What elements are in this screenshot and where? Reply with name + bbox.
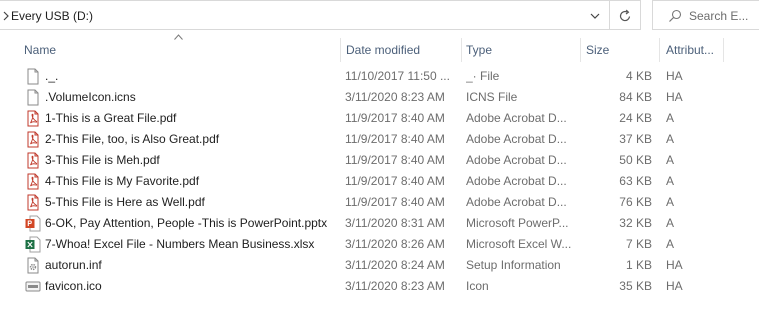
excel-file-icon <box>25 236 41 253</box>
blank-file-icon <box>27 68 39 85</box>
column-header-date[interactable]: Date modified <box>346 38 456 62</box>
file-size: 24 KB <box>619 111 652 125</box>
file-date-modified: 11/9/2017 8:40 AM <box>345 111 445 125</box>
column-divider[interactable] <box>723 38 724 62</box>
column-header-size[interactable]: Size <box>586 38 656 62</box>
address-toolbar: Every USB (D:) <box>0 0 759 32</box>
file-attributes: HA <box>666 90 683 104</box>
file-size: 32 KB <box>619 216 652 230</box>
file-type: Microsoft Excel W... <box>466 237 572 251</box>
pdf-file-icon <box>27 131 39 148</box>
file-type: Adobe Acrobat D... <box>466 174 567 188</box>
column-divider[interactable] <box>340 38 341 62</box>
pdf-file-icon <box>27 173 39 190</box>
file-type: Adobe Acrobat D... <box>466 195 567 209</box>
file-attributes: A <box>666 132 675 146</box>
search-icon <box>669 9 682 22</box>
file-attributes: A <box>666 111 675 125</box>
file-name: 1-This is a Great File.pdf <box>45 111 177 125</box>
file-size: 7 KB <box>625 237 652 251</box>
file-row[interactable]: ._. 11/10/2017 11:50 ... _· File 4 KB HA <box>0 66 759 87</box>
file-type: Setup Information <box>466 258 561 272</box>
file-row[interactable]: 6-OK, Pay Attention, People -This is Pow… <box>0 213 759 234</box>
address-location[interactable]: Every USB (D:) <box>11 9 93 23</box>
file-date-modified: 11/9/2017 8:40 AM <box>345 174 445 188</box>
file-size: 1 KB <box>625 258 652 272</box>
file-type: ICNS File <box>466 90 518 104</box>
column-divider[interactable] <box>580 38 581 62</box>
file-name: 6-OK, Pay Attention, People -This is Pow… <box>45 216 328 230</box>
file-size: 76 KB <box>619 195 652 209</box>
file-name: 7-Whoa! Excel File - Numbers Mean Busine… <box>45 237 315 251</box>
file-size: 84 KB <box>619 90 652 104</box>
file-row[interactable]: 7-Whoa! Excel File - Numbers Mean Busine… <box>0 234 759 255</box>
chevron-down-icon[interactable] <box>589 11 601 21</box>
file-size: 63 KB <box>619 174 652 188</box>
chevron-right-icon[interactable] <box>1 10 11 22</box>
file-name: 5-This File is Here as Well.pdf <box>45 195 205 209</box>
file-type: Microsoft PowerP... <box>466 216 569 230</box>
search-input[interactable] <box>689 7 759 24</box>
column-header-name[interactable]: Name <box>24 38 334 62</box>
file-name: 2-This File, too, is Also Great.pdf <box>45 132 220 146</box>
settings-file-icon <box>27 257 39 274</box>
column-header-type[interactable]: Type <box>466 38 576 62</box>
column-divider[interactable] <box>461 38 462 62</box>
file-size: 4 KB <box>625 69 652 83</box>
file-type: Adobe Acrobat D... <box>466 132 567 146</box>
file-type: _· File <box>466 69 500 83</box>
file-attributes: HA <box>666 69 683 83</box>
refresh-button[interactable] <box>610 0 641 30</box>
file-attributes: A <box>666 174 675 188</box>
file-name: .VolumeIcon.icns <box>45 90 136 104</box>
file-date-modified: 3/11/2020 8:26 AM <box>345 237 445 251</box>
file-date-modified: 11/10/2017 11:50 ... <box>345 69 450 83</box>
address-bar[interactable]: Every USB (D:) <box>0 0 610 30</box>
file-size: 35 KB <box>619 279 652 293</box>
file-attributes: A <box>666 195 675 209</box>
powerpoint-file-icon <box>25 215 41 232</box>
column-header-attributes[interactable]: Attribut... <box>666 38 722 62</box>
file-date-modified: 11/9/2017 8:40 AM <box>345 153 445 167</box>
file-date-modified: 3/11/2020 8:23 AM <box>345 90 445 104</box>
pdf-file-icon <box>27 110 39 127</box>
file-date-modified: 11/9/2017 8:40 AM <box>345 195 445 209</box>
file-row[interactable]: 2-This File, too, is Also Great.pdf 11/9… <box>0 129 759 150</box>
file-size: 50 KB <box>619 153 652 167</box>
file-type: Adobe Acrobat D... <box>466 111 567 125</box>
file-date-modified: 3/11/2020 8:31 AM <box>345 216 445 230</box>
column-header-row: Name Date modified Type Size Attribut... <box>0 38 759 62</box>
blank-file-icon <box>27 89 39 106</box>
file-date-modified: 3/11/2020 8:23 AM <box>345 279 445 293</box>
pdf-file-icon <box>27 194 39 211</box>
file-row[interactable]: 5-This File is Here as Well.pdf 11/9/201… <box>0 192 759 213</box>
file-row[interactable]: favicon.ico 3/11/2020 8:23 AM Icon 35 KB… <box>0 276 759 297</box>
file-row[interactable]: 1-This is a Great File.pdf 11/9/2017 8:4… <box>0 108 759 129</box>
file-date-modified: 3/11/2020 8:24 AM <box>345 258 445 272</box>
file-row[interactable]: autorun.inf 3/11/2020 8:24 AM Setup Info… <box>0 255 759 276</box>
file-type: Icon <box>466 279 489 293</box>
file-name: ._. <box>45 69 59 83</box>
file-name: 3-This File is Meh.pdf <box>45 153 160 167</box>
file-attributes: A <box>666 216 675 230</box>
search-box[interactable] <box>652 0 759 30</box>
file-type: Adobe Acrobat D... <box>466 153 567 167</box>
file-row[interactable]: 3-This File is Meh.pdf 11/9/2017 8:40 AM… <box>0 150 759 171</box>
file-attributes: A <box>666 237 675 251</box>
file-row[interactable]: .VolumeIcon.icns 3/11/2020 8:23 AM ICNS … <box>0 87 759 108</box>
file-name: favicon.ico <box>45 279 102 293</box>
file-size: 37 KB <box>619 132 652 146</box>
file-date-modified: 11/9/2017 8:40 AM <box>345 132 445 146</box>
file-name: 4-This File is My Favorite.pdf <box>45 174 200 188</box>
file-attributes: A <box>666 153 675 167</box>
usb-drive-icon <box>25 281 41 292</box>
file-row[interactable]: 4-This File is My Favorite.pdf 11/9/2017… <box>0 171 759 192</box>
file-name: autorun.inf <box>45 258 102 272</box>
column-divider[interactable] <box>659 38 660 62</box>
refresh-icon <box>619 9 631 22</box>
pdf-file-icon <box>27 152 39 169</box>
file-attributes: HA <box>666 279 683 293</box>
file-attributes: HA <box>666 258 683 272</box>
